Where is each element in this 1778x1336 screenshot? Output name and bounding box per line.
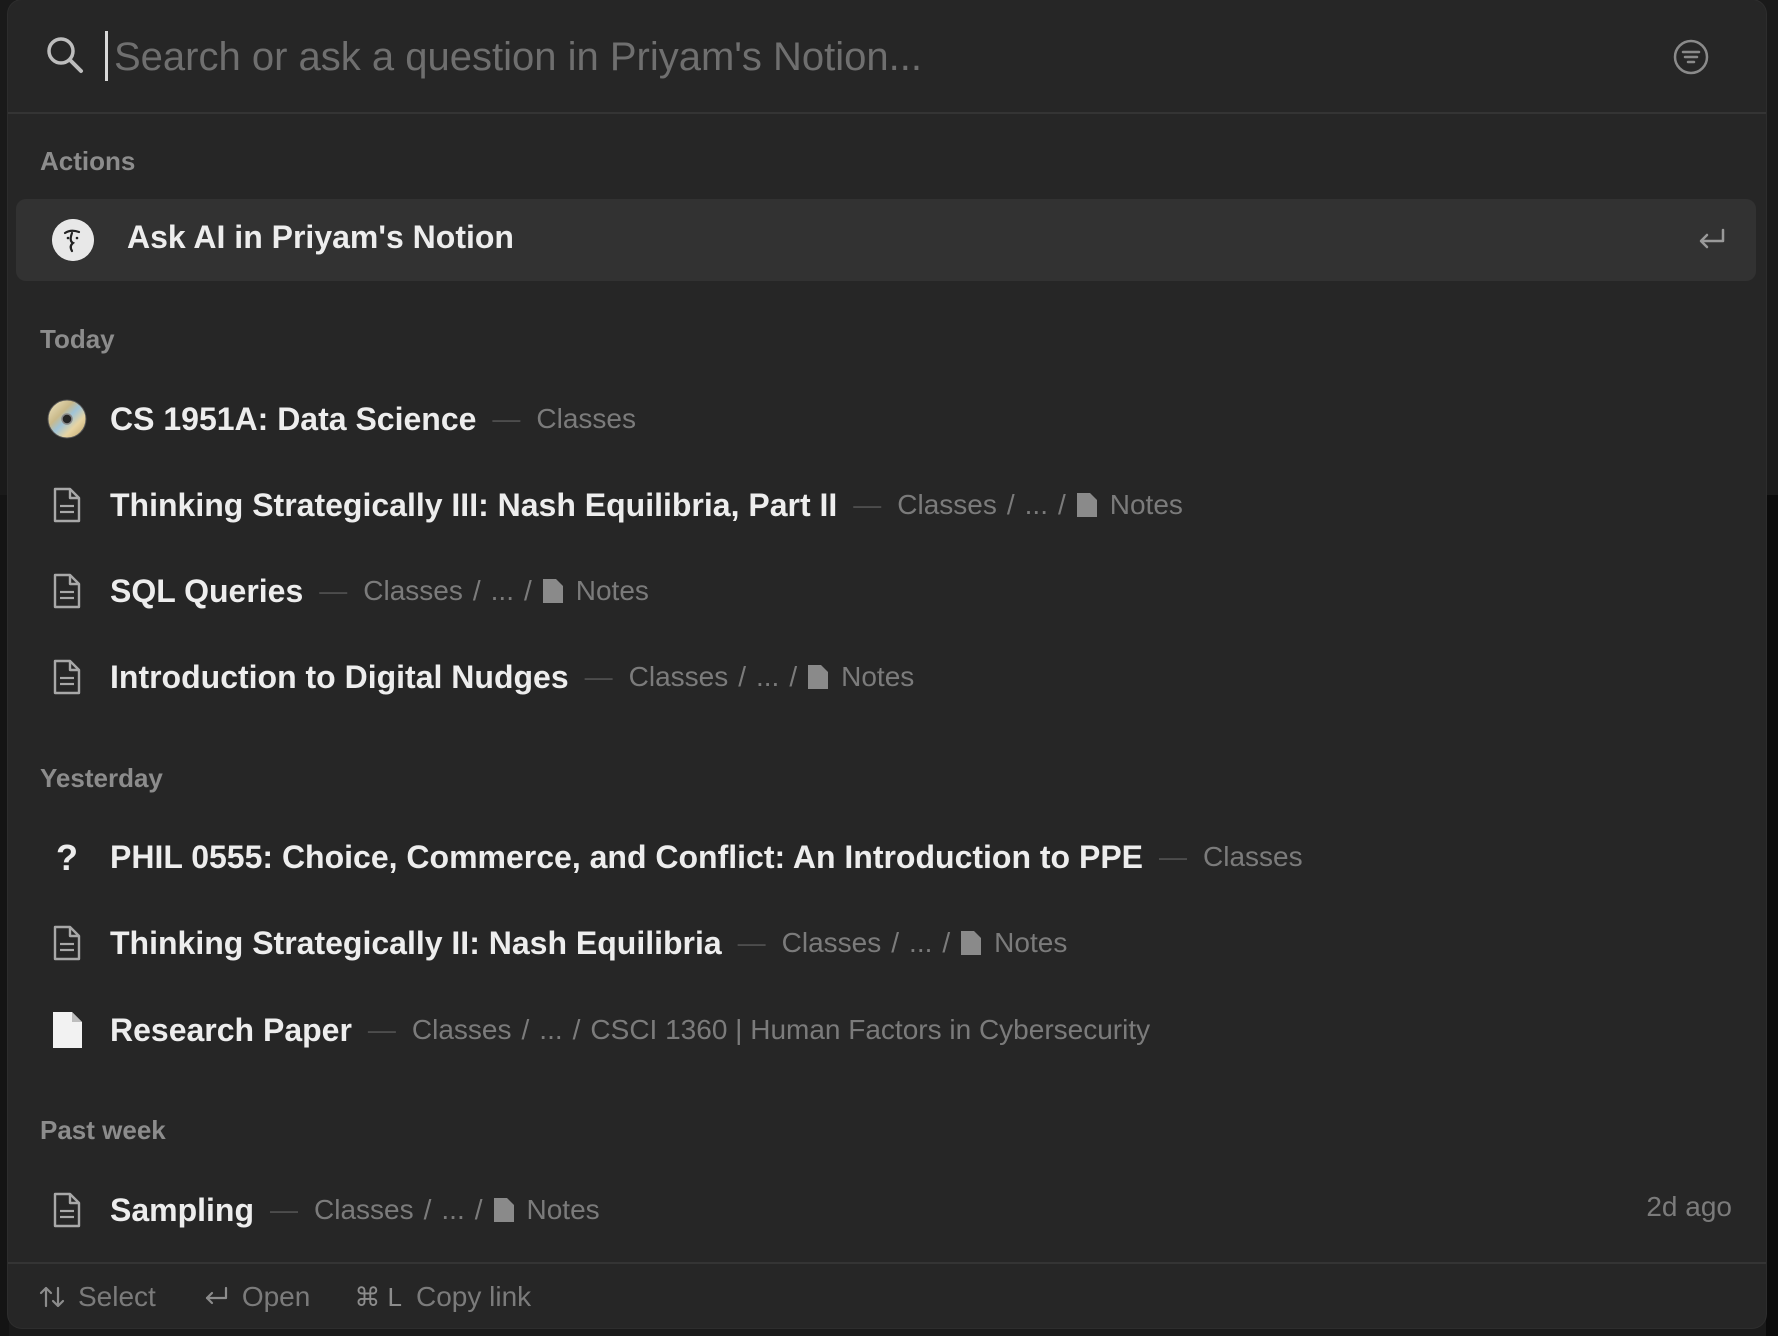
search-input[interactable] <box>112 24 1616 90</box>
select-label: Select <box>78 1281 156 1312</box>
item-title: CS 1951A: Data Science <box>110 400 477 437</box>
item-title: Introduction to Digital Nudges <box>110 658 569 695</box>
select-hint: Select <box>38 1281 156 1313</box>
breadcrumb-slash: / <box>474 1194 483 1225</box>
breadcrumb-part: Notes <box>1109 489 1183 520</box>
filled-page-icon <box>53 1012 82 1048</box>
copy-link-shortcut: ⌘ L <box>354 1281 403 1312</box>
list-item[interactable]: ? PHIL 0555: Choice, Commerce, and Confl… <box>8 816 1766 898</box>
breadcrumb-part: ... <box>1024 489 1048 520</box>
filled-page-icon <box>961 931 982 955</box>
item-timestamp: 2d ago <box>1646 1191 1732 1222</box>
breadcrumb-part: Classes <box>897 489 997 520</box>
section-label-actions: Actions <box>40 146 136 176</box>
ask-ai-action[interactable]: Ask AI in Priyam's Notion <box>16 199 1756 281</box>
dash-separator: — <box>319 575 348 606</box>
breadcrumb-slash: / <box>423 1194 432 1225</box>
breadcrumb-part: Notes <box>526 1194 600 1225</box>
breadcrumb-part: ... <box>909 927 933 958</box>
list-item[interactable]: Introduction to Digital Nudges — Classes… <box>8 636 1766 718</box>
page-icon <box>53 573 81 609</box>
filled-page-icon <box>1076 493 1097 517</box>
breadcrumb-part: Classes <box>314 1194 414 1225</box>
breadcrumb-part: Classes <box>628 661 729 692</box>
breadcrumb-part: Notes <box>575 575 649 606</box>
search-palette: Actions Ask AI in Priyam's Notion Today <box>8 0 1766 1328</box>
list-item[interactable]: SQL Queries — Classes / ... / Notes <box>8 550 1766 632</box>
up-down-arrows-icon <box>39 1286 65 1308</box>
enter-icon <box>1699 228 1725 249</box>
item-title: Sampling <box>110 1191 255 1228</box>
section-label-yesterday: Yesterday <box>40 763 163 793</box>
breadcrumb-part: ... <box>441 1194 465 1225</box>
page-icon <box>53 1192 81 1228</box>
filled-page-icon <box>493 1198 514 1222</box>
breadcrumb-slash: / <box>1057 489 1066 520</box>
breadcrumb-slash: / <box>572 1014 581 1045</box>
list-item[interactable]: Thinking Strategically III: Nash Equilib… <box>8 464 1766 546</box>
filter-icon[interactable] <box>1672 38 1710 76</box>
dash-separator: — <box>1159 841 1188 872</box>
item-title: Thinking Strategically II: Nash Equilibr… <box>110 924 722 961</box>
list-item[interactable]: Thinking Strategically II: Nash Equilibr… <box>8 902 1766 984</box>
breadcrumb-part: Classes <box>536 403 636 434</box>
text-caret <box>105 31 108 81</box>
item-title: SQL Queries <box>110 572 304 609</box>
dash-separator: — <box>737 927 766 958</box>
svg-text:?: ? <box>56 837 78 878</box>
open-hint: Open <box>202 1281 311 1313</box>
breadcrumb-slash: / <box>472 575 481 606</box>
open-label: Open <box>241 1281 311 1312</box>
breadcrumb-slash: / <box>521 1014 530 1045</box>
dash-separator: — <box>492 403 521 434</box>
list-item[interactable]: Research Paper — Classes / ... / CSCI 13… <box>8 989 1766 1071</box>
breadcrumb-slash: / <box>942 927 951 958</box>
breadcrumb-part: CSCI 1360 | Human Factors in Cybersecuri… <box>590 1014 1151 1045</box>
page-icon <box>53 659 81 695</box>
dash-separator: — <box>270 1194 299 1225</box>
page-icon <box>53 925 81 961</box>
dash-separator: — <box>853 489 882 520</box>
item-title: Thinking Strategically III: Nash Equilib… <box>110 486 838 523</box>
breadcrumb-part: Notes <box>994 927 1068 958</box>
item-title: Research Paper <box>110 1011 352 1048</box>
copy-link-hint: ⌘ L Copy link <box>354 1281 531 1313</box>
search-bar <box>8 0 1766 114</box>
dash-separator: — <box>584 661 613 692</box>
breadcrumb-slash: / <box>1006 489 1015 520</box>
breadcrumb-part: Classes <box>1203 841 1303 872</box>
breadcrumb-part: ... <box>756 661 780 692</box>
section-label-today: Today <box>40 324 115 354</box>
filled-page-icon <box>808 665 829 689</box>
backdrop-right <box>1766 495 1778 1336</box>
section-label-past-week: Past week <box>40 1115 166 1145</box>
breadcrumb-part: Classes <box>363 575 463 606</box>
list-item[interactable]: CS 1951A: Data Science — Classes <box>8 378 1766 460</box>
breadcrumb-slash: / <box>789 661 798 692</box>
list-item[interactable]: Sampling — Classes / ... / Notes 2d ago <box>8 1169 1766 1251</box>
breadcrumb-part: Classes <box>411 1014 512 1045</box>
dash-separator: — <box>367 1014 396 1045</box>
breadcrumb-part: ... <box>490 575 514 606</box>
copy-link-label: Copy link <box>416 1281 532 1312</box>
footer-hints: Select Open ⌘ L Copy link <box>8 1262 1766 1328</box>
filled-page-icon <box>542 579 563 603</box>
breadcrumb-part: Classes <box>781 927 882 958</box>
item-title: PHIL 0555: Choice, Commerce, and Conflic… <box>110 838 1144 875</box>
breadcrumb-part: Notes <box>841 661 915 692</box>
breadcrumb-slash: / <box>891 927 900 958</box>
cd-icon <box>47 399 87 439</box>
breadcrumb-slash: / <box>738 661 746 692</box>
ai-face-icon <box>52 219 94 261</box>
enter-icon <box>205 1286 227 1305</box>
breadcrumb-slash: / <box>523 575 532 606</box>
breadcrumb-part: ... <box>539 1014 563 1045</box>
ask-ai-label: Ask AI in Priyam's Notion <box>127 219 514 255</box>
search-icon <box>47 37 83 73</box>
page-icon <box>53 487 81 523</box>
question-icon: ? <box>56 837 78 878</box>
